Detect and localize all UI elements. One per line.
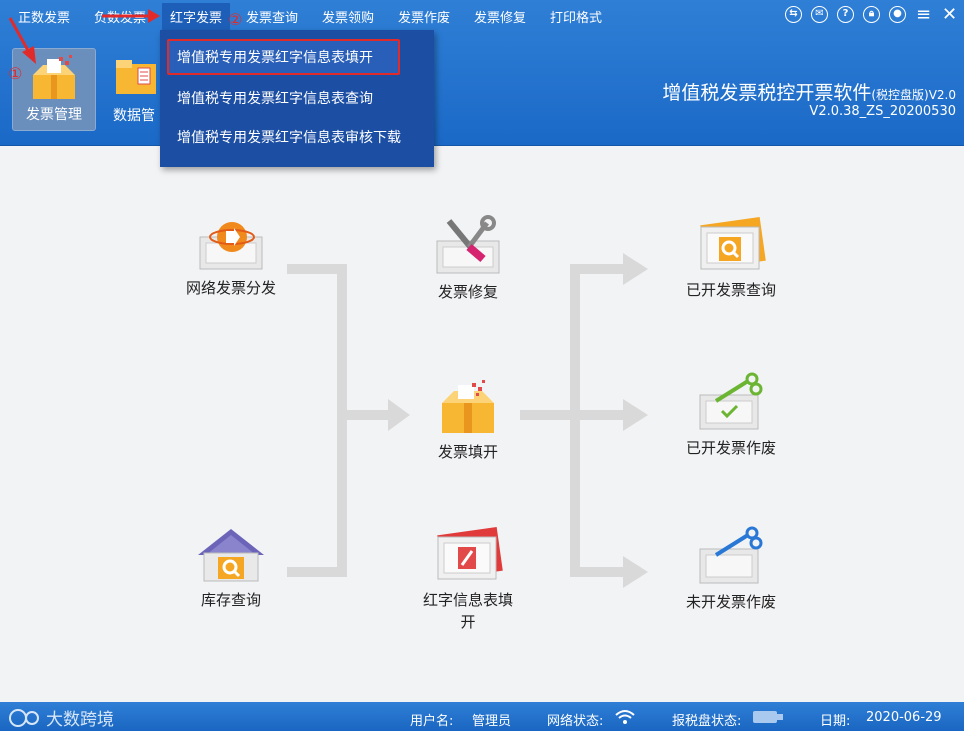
help-icon[interactable]: ?	[837, 6, 854, 23]
node-network-distribution[interactable]: 网络发票分发	[171, 219, 291, 299]
invoice-manage-label: 发票管理	[26, 107, 82, 123]
user-icon[interactable]: ●	[889, 6, 906, 23]
node-unissued-void[interactable]: 未开发票作废	[671, 525, 791, 613]
red-invoice-dropdown: 增值税专用发票红字信息表填开 增值税专用发票红字信息表查询 增值税专用发票红字信…	[160, 30, 434, 167]
annotation-arrow-2	[102, 9, 160, 23]
node-issued-query[interactable]: 已开发票查询	[671, 217, 791, 301]
menu-invoice-purchase[interactable]: 发票领购	[322, 7, 374, 26]
node-issued-void-label: 已开发票作废	[685, 439, 776, 457]
scissors-green-icon	[699, 372, 763, 430]
app-build: V2.0.38_ZS_20200530	[809, 104, 956, 119]
annotation-step-1: ①	[8, 64, 23, 83]
annotation-arrow-1	[8, 17, 36, 64]
menu-invoice-query[interactable]: 发票查询	[246, 7, 298, 26]
workflow-panel: 网络发票分发 库存查询 发票修复 发票填开 红字信息表填开 已开发票查询 已开发…	[0, 147, 964, 702]
lock-icon[interactable]: 🔒︎	[863, 6, 880, 23]
node-inventory-query[interactable]: 库存查询	[171, 527, 291, 611]
network-share-icon	[199, 222, 263, 270]
menu-red-invoice[interactable]: 红字发票	[162, 3, 231, 31]
network-label: 网络状态:	[547, 714, 604, 729]
menu-invoice-void[interactable]: 发票作废	[398, 7, 450, 26]
app-version-suffix: V2.0	[928, 88, 956, 102]
brand-watermark: 大数跨境	[8, 705, 114, 730]
menu-icon[interactable]: ≡	[915, 6, 932, 24]
folder-icon	[116, 60, 156, 94]
brand-logo-icon	[9, 708, 39, 727]
node-invoice-fill[interactable]: 发票填开	[408, 379, 528, 463]
warehouse-icon	[198, 529, 264, 582]
app-title: 增值税发票税控开票软件(税控盘版)V2.0	[662, 78, 956, 105]
date-value: 2020-06-29	[866, 710, 942, 725]
node-unissued-void-label: 未开发票作废	[685, 593, 776, 611]
node-network-distribution-label: 网络发票分发	[185, 279, 276, 297]
swap-icon[interactable]: ⇆	[785, 6, 802, 23]
invoice-search-icon	[700, 217, 766, 270]
disk-label: 报税盘状态:	[672, 714, 742, 729]
app-title-text: 增值税发票税控开票软件	[662, 82, 872, 104]
node-invoice-repair-label: 发票修复	[437, 283, 498, 301]
wifi-icon	[615, 710, 635, 724]
open-box-icon	[442, 380, 494, 433]
node-invoice-repair[interactable]: 发票修复	[408, 215, 528, 303]
date-label: 日期:	[820, 714, 851, 729]
scissors-blue-icon	[699, 526, 763, 584]
annotation-step-2: ②	[228, 10, 243, 29]
node-issued-query-label: 已开发票查询	[685, 281, 776, 299]
user-label: 用户名:	[410, 714, 454, 729]
app-edition: (税控盘版)	[871, 88, 929, 102]
red-invoice-pen-icon	[437, 527, 503, 580]
user-value: 管理员	[472, 714, 512, 729]
dropdown-item-red-info-query[interactable]: 增值税专用发票红字信息表查询	[177, 88, 373, 108]
dropdown-item-red-info-fill[interactable]: 增值税专用发票红字信息表填开	[177, 47, 373, 67]
brand-name: 大数跨境	[46, 710, 114, 730]
tax-disk-icon	[753, 711, 783, 723]
node-issued-void[interactable]: 已开发票作废	[671, 371, 791, 459]
node-inventory-query-label: 库存查询	[200, 591, 261, 609]
node-red-info-fill-label: 红字信息表填开	[422, 591, 513, 631]
menu-print-format[interactable]: 打印格式	[550, 7, 602, 26]
data-manage-button[interactable]: 数据管	[108, 48, 168, 131]
status-bar: 大数跨境 用户名: 管理员 网络状态: 报税盘状态: 日期: 2020-06-2…	[0, 702, 964, 731]
menu-invoice-repair[interactable]: 发票修复	[474, 7, 526, 26]
window-controls: ⇆ ✉ ? 🔒︎ ● ≡ ✕	[785, 6, 958, 24]
dropdown-item-red-info-download[interactable]: 增值税专用发票红字信息表审核下载	[177, 127, 401, 147]
node-invoice-fill-label: 发票填开	[437, 443, 498, 461]
node-red-info-fill[interactable]: 红字信息表填开	[408, 527, 528, 633]
close-icon[interactable]: ✕	[941, 6, 958, 24]
chat-icon[interactable]: ✉	[811, 6, 828, 23]
repair-tools-icon	[436, 215, 500, 274]
